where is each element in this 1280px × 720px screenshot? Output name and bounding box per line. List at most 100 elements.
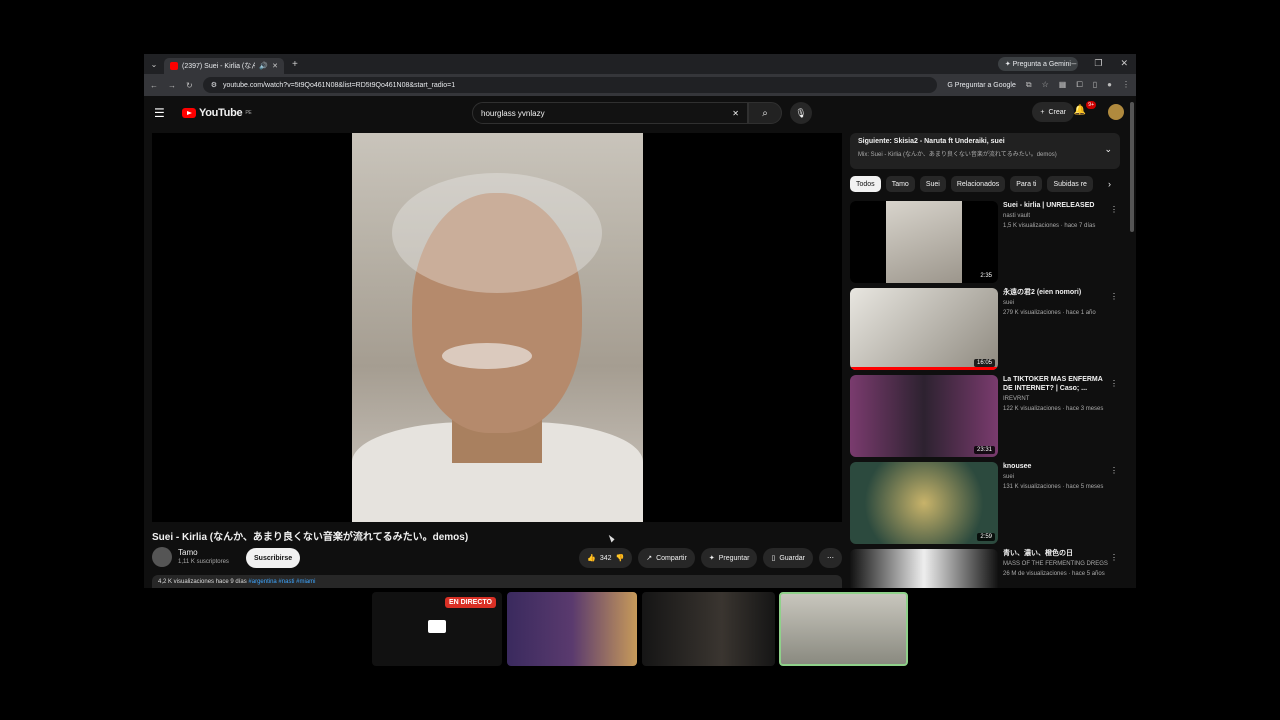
subscriber-count: 1,11 K suscriptores [178, 559, 229, 565]
rec-meta: 131 K visualizaciones · hace 5 meses [1003, 484, 1104, 490]
desc-tags[interactable]: #argentina #nasti #miami [248, 579, 315, 585]
watched-progress [850, 367, 998, 370]
create-label: Crear [1048, 108, 1066, 116]
meet-tile-active-speaker[interactable] [779, 592, 908, 666]
minimize-icon[interactable]: – [1071, 58, 1076, 69]
rec-channel[interactable]: suei [1003, 299, 1111, 307]
create-button[interactable]: + Crear [1032, 102, 1074, 122]
sparkle-icon: ✦ [708, 555, 715, 562]
search-input[interactable]: hourglass yvnlazy ✕ [472, 102, 748, 124]
tab-bar: ⌄ (2397) Suei - Kirlia (なんか、あ 🔊 ✕ + ✦ Pr… [144, 54, 1136, 74]
back-icon[interactable]: ← [150, 81, 158, 90]
list-item[interactable]: 2:35 Suei - kirlia | UNRELEASED nasti va… [850, 201, 1122, 283]
share-button[interactable]: ↗ Compartir [638, 548, 695, 568]
bookmark-icon: ▯ [771, 555, 776, 562]
more-actions-button[interactable]: ⋯ [819, 548, 842, 568]
save-button[interactable]: ▯ Guardar [763, 548, 813, 568]
like-dislike: 👍 342 👎 [579, 548, 633, 568]
thumbnail-image [886, 201, 962, 283]
more-menu-icon[interactable]: ⋮ [1122, 80, 1130, 90]
profile-icon[interactable]: ● [1107, 80, 1112, 90]
kebab-menu-icon[interactable]: ⋮ [1110, 466, 1118, 475]
description-box[interactable]: 4,2 K visualizaciones hace 9 días #argen… [152, 575, 842, 588]
meet-tile-participant[interactable] [507, 592, 637, 666]
close-window-icon[interactable]: ✕ [1120, 58, 1128, 69]
channel-avatar[interactable] [152, 547, 172, 567]
youtube-logo[interactable]: YouTube PE [182, 107, 252, 119]
ask-google-button[interactable]: G Preguntar a Google [947, 82, 1016, 89]
clear-search-icon[interactable]: ✕ [732, 109, 739, 118]
thumbnail[interactable]: 2:59 [850, 462, 998, 544]
chevron-down-icon[interactable]: ⌄ [1104, 144, 1112, 155]
chip-todos[interactable]: Todos [850, 176, 881, 192]
install-icon[interactable]: ⧉ [1026, 80, 1032, 90]
chip-suei[interactable]: Suei [919, 176, 946, 192]
search-button[interactable]: ⌕ [748, 102, 782, 124]
thumbnail[interactable]: 2:35 [850, 201, 998, 283]
video-actions: 👍 342 👎 ↗ Compartir ✦ Preguntar ▯ Guardar ⋯ [579, 548, 842, 568]
chip-para-ti[interactable]: Para ti [1010, 176, 1043, 192]
rec-channel[interactable]: IREVRNT [1003, 395, 1111, 403]
tab-search-icon[interactable]: ⌄ [144, 60, 164, 69]
rec-info: knousee suei 131 K visualizaciones · hac… [1003, 462, 1111, 491]
mix-panel[interactable]: Siguiente: Skisia2 - Naruta ft Underaiki… [850, 133, 1120, 169]
bookmark-star-icon[interactable]: ☆ [1042, 80, 1049, 90]
tab-groups-icon[interactable]: ▦ [1059, 80, 1067, 90]
new-tab-icon[interactable]: + [292, 59, 298, 70]
like-count[interactable]: 342 [600, 555, 612, 562]
like-icon[interactable]: 👍 [587, 554, 596, 562]
kebab-menu-icon[interactable]: ⋮ [1110, 553, 1118, 562]
close-tab-icon[interactable]: ✕ [272, 62, 278, 70]
channel-name[interactable]: Tamo [178, 548, 198, 557]
voice-search-button[interactable]: 🎙 [790, 102, 812, 124]
meet-tile-participant[interactable] [642, 592, 775, 666]
search-icon: ⌕ [762, 107, 768, 119]
extensions-icon[interactable]: ⧠ [1076, 80, 1082, 90]
thumbnail[interactable]: 16:05 [850, 288, 998, 370]
avatar[interactable] [1108, 104, 1124, 120]
kebab-menu-icon[interactable]: ⋮ [1110, 205, 1118, 214]
ask-button[interactable]: ✦ Preguntar [700, 548, 758, 568]
screen-share-icon [428, 620, 446, 633]
maximize-icon[interactable]: ❐ [1094, 58, 1102, 69]
chip-subidas[interactable]: Subidas re [1047, 176, 1093, 192]
youtube-header: ☰ YouTube PE hourglass yvnlazy ✕ ⌕ 🎙 + C… [144, 96, 1136, 130]
site-info-icon[interactable]: ⚙ [211, 81, 217, 89]
video-player[interactable] [152, 133, 842, 522]
list-item[interactable]: 2:59 knousee suei 131 K visualizaciones … [850, 462, 1122, 544]
rec-channel[interactable]: MASS OF THE FERMENTING DREGS [1003, 560, 1111, 568]
video-frame [352, 133, 643, 522]
kebab-menu-icon[interactable]: ⋮ [1110, 292, 1118, 301]
rec-meta: 122 K visualizaciones · hace 3 meses [1003, 406, 1104, 412]
dislike-icon[interactable]: 👎 [616, 554, 625, 562]
rec-channel[interactable]: nasti vault [1003, 212, 1111, 220]
menu-icon[interactable]: ☰ [154, 106, 174, 120]
kebab-menu-icon[interactable]: ⋮ [1110, 379, 1118, 388]
chevron-right-icon[interactable]: › [1108, 179, 1111, 189]
page-scrollbar[interactable] [1130, 102, 1134, 232]
meet-tile-screenshare[interactable]: EN DIRECTO [372, 592, 502, 666]
forward-icon[interactable]: → [168, 81, 176, 90]
more-icon: ⋯ [827, 555, 834, 562]
thumbnail[interactable] [850, 549, 998, 588]
url-field[interactable]: ⚙ youtube.com/watch?v=5t9Qo461N08&list=R… [202, 77, 938, 93]
rec-channel[interactable]: suei [1003, 473, 1111, 481]
live-badge: EN DIRECTO [444, 597, 496, 608]
search-value: hourglass yvnlazy [481, 108, 545, 118]
list-item[interactable]: 青い、濃い、橙色の日 MASS OF THE FERMENTING DREGS … [850, 549, 1122, 588]
bell-icon[interactable]: 🔔 [1074, 105, 1086, 116]
address-icons: ⧉ ☆ ▦ ⧠ ▯ ● ⋮ [1026, 80, 1130, 90]
list-item[interactable]: 23:31 La TIKTOKER MAS ENFERMA DE INTERNE… [850, 375, 1122, 457]
gemini-button[interactable]: ✦ Pregunta a Gemini [997, 57, 1078, 71]
chip-tamo[interactable]: Tamo [885, 176, 915, 192]
list-item[interactable]: 16:05 永遠の君2 (eien nomori) suei 279 K vis… [850, 288, 1122, 370]
chip-relacionados[interactable]: Relacionados [950, 176, 1006, 192]
thumbnail[interactable]: 23:31 [850, 375, 998, 457]
reload-icon[interactable]: ↻ [186, 81, 193, 90]
gemini-label: Pregunta a Gemini [1012, 61, 1071, 68]
audio-icon[interactable]: 🔊 [259, 62, 268, 70]
subscribe-button[interactable]: Suscribirse [246, 548, 301, 568]
tab-youtube[interactable]: (2397) Suei - Kirlia (なんか、あ 🔊 ✕ [164, 58, 284, 74]
notification-badge: 9+ [1086, 101, 1096, 109]
split-icon[interactable]: ▯ [1093, 80, 1097, 90]
